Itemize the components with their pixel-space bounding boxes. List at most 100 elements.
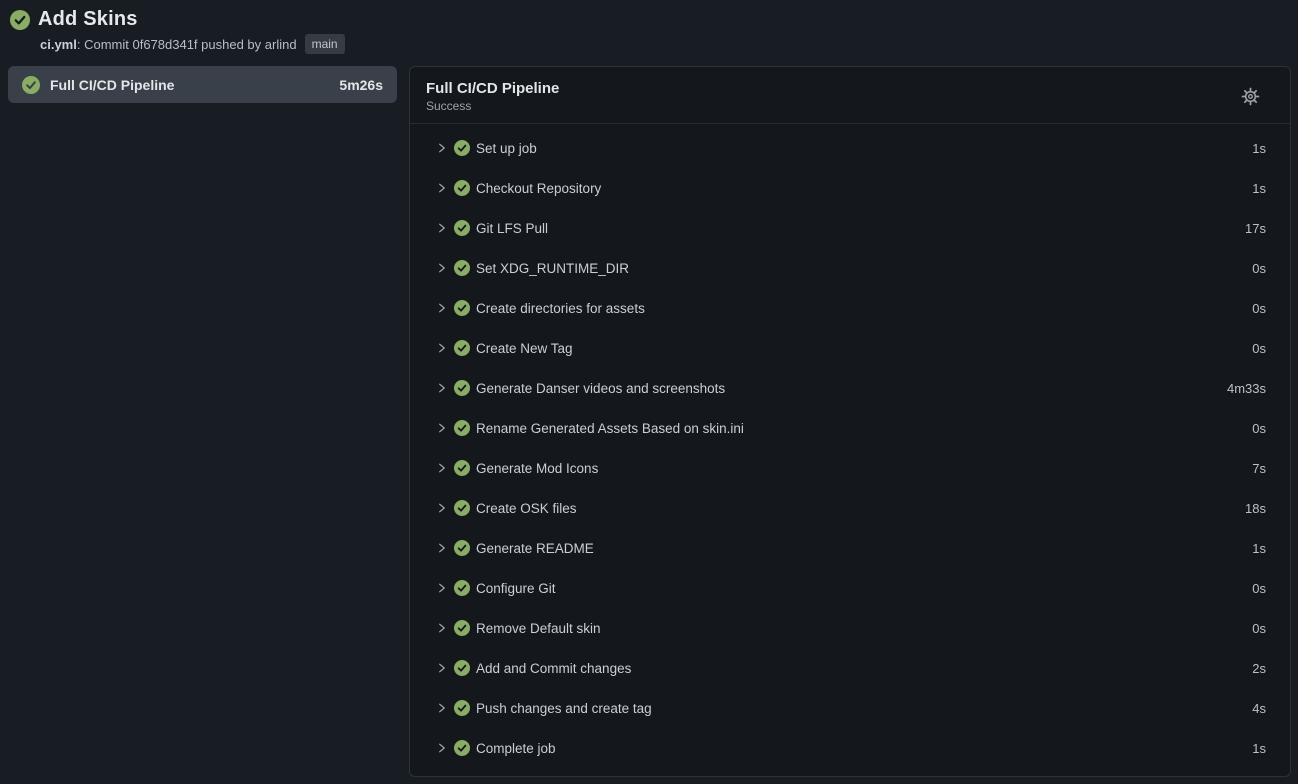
step-success-icon — [454, 460, 470, 476]
step-name: Create OSK files — [476, 501, 577, 516]
step-duration: 0s — [1252, 341, 1266, 356]
step-duration: 1s — [1252, 741, 1266, 756]
step-duration: 0s — [1252, 621, 1266, 636]
step-row[interactable]: Checkout Repository 1s — [410, 168, 1290, 208]
step-duration: 1s — [1252, 181, 1266, 196]
step-duration: 2s — [1252, 661, 1266, 676]
chevron-right-icon[interactable] — [434, 500, 450, 516]
job-title: Full CI/CD Pipeline — [426, 80, 559, 97]
chevron-right-icon[interactable] — [434, 620, 450, 636]
step-row[interactable]: Configure Git 0s — [410, 568, 1290, 608]
step-row[interactable]: Create OSK files 18s — [410, 488, 1290, 528]
chevron-right-icon[interactable] — [434, 580, 450, 596]
step-list: Set up job 1s Checkout Repository 1s Git… — [410, 124, 1290, 776]
job-success-icon — [22, 76, 40, 94]
step-success-icon — [454, 660, 470, 676]
chevron-right-icon[interactable] — [434, 220, 450, 236]
job-duration: 5m26s — [339, 77, 383, 93]
step-success-icon — [454, 580, 470, 596]
run-header: Add Skins ci.yml: Commit 0f678d341f push… — [8, 8, 1291, 54]
step-success-icon — [454, 500, 470, 516]
step-name: Remove Default skin — [476, 621, 601, 636]
actions-run-page: Add Skins ci.yml: Commit 0f678d341f push… — [0, 0, 1298, 777]
chevron-right-icon[interactable] — [434, 420, 450, 436]
step-duration: 0s — [1252, 421, 1266, 436]
step-duration: 1s — [1252, 541, 1266, 556]
job-detail-header: Full CI/CD Pipeline Success — [410, 67, 1290, 124]
step-duration: 18s — [1245, 501, 1266, 516]
step-success-icon — [454, 220, 470, 236]
step-success-icon — [454, 620, 470, 636]
job-detail-panel: Full CI/CD Pipeline Success — [409, 66, 1291, 777]
step-duration: 0s — [1252, 301, 1266, 316]
step-success-icon — [454, 740, 470, 756]
chevron-right-icon[interactable] — [434, 540, 450, 556]
step-name: Complete job — [476, 741, 556, 756]
chevron-right-icon[interactable] — [434, 300, 450, 316]
step-name: Set up job — [476, 141, 537, 156]
run-status-check-icon — [10, 10, 30, 30]
step-duration: 1s — [1252, 141, 1266, 156]
chevron-right-icon[interactable] — [434, 740, 450, 756]
step-duration: 4m33s — [1227, 381, 1266, 396]
step-row[interactable]: Generate Danser videos and screenshots 4… — [410, 368, 1290, 408]
step-name: Generate README — [476, 541, 594, 556]
step-row[interactable]: Git LFS Pull 17s — [410, 208, 1290, 248]
chevron-right-icon[interactable] — [434, 340, 450, 356]
chevron-right-icon[interactable] — [434, 660, 450, 676]
chevron-right-icon[interactable] — [434, 700, 450, 716]
step-success-icon — [454, 140, 470, 156]
step-success-icon — [454, 540, 470, 556]
step-row[interactable]: Add and Commit changes 2s — [410, 648, 1290, 688]
job-status-text: Success — [426, 99, 559, 113]
step-row[interactable]: Create New Tag 0s — [410, 328, 1290, 368]
step-success-icon — [454, 700, 470, 716]
workflow-file: ci.yml — [40, 37, 77, 52]
chevron-right-icon[interactable] — [434, 260, 450, 276]
branch-badge[interactable]: main — [305, 34, 345, 54]
chevron-right-icon[interactable] — [434, 140, 450, 156]
step-success-icon — [454, 300, 470, 316]
step-name: Checkout Repository — [476, 181, 601, 196]
step-name: Add and Commit changes — [476, 661, 631, 676]
step-duration: 7s — [1252, 461, 1266, 476]
step-success-icon — [454, 340, 470, 356]
step-success-icon — [454, 420, 470, 436]
step-name: Create New Tag — [476, 341, 573, 356]
step-row[interactable]: Rename Generated Assets Based on skin.in… — [410, 408, 1290, 448]
step-name: Push changes and create tag — [476, 701, 652, 716]
page-title: Add Skins — [38, 8, 138, 31]
step-name: Git LFS Pull — [476, 221, 548, 236]
chevron-right-icon[interactable] — [434, 180, 450, 196]
step-row[interactable]: Create directories for assets 0s — [410, 288, 1290, 328]
job-name: Full CI/CD Pipeline — [50, 77, 174, 93]
settings-gear-icon[interactable] — [1240, 86, 1260, 106]
commit-label: : Commit — [77, 37, 133, 52]
step-name: Configure Git — [476, 581, 556, 596]
chevron-right-icon[interactable] — [434, 460, 450, 476]
step-name: Generate Mod Icons — [476, 461, 598, 476]
step-success-icon — [454, 180, 470, 196]
sidebar-job-item[interactable]: Full CI/CD Pipeline 5m26s — [8, 66, 397, 103]
commit-sha-link[interactable]: 0f678d341f — [132, 37, 197, 52]
step-success-icon — [454, 260, 470, 276]
step-row[interactable]: Generate README 1s — [410, 528, 1290, 568]
step-row[interactable]: Set up job 1s — [410, 128, 1290, 168]
step-duration: 0s — [1252, 581, 1266, 596]
step-duration: 17s — [1245, 221, 1266, 236]
step-row[interactable]: Complete job 1s — [410, 728, 1290, 768]
chevron-right-icon[interactable] — [434, 380, 450, 396]
step-name: Rename Generated Assets Based on skin.in… — [476, 421, 744, 436]
step-row[interactable]: Remove Default skin 0s — [410, 608, 1290, 648]
step-row[interactable]: Push changes and create tag 4s — [410, 688, 1290, 728]
job-sidebar: Full CI/CD Pipeline 5m26s — [8, 66, 397, 103]
step-name: Create directories for assets — [476, 301, 645, 316]
step-row[interactable]: Generate Mod Icons 7s — [410, 448, 1290, 488]
step-row[interactable]: Set XDG_RUNTIME_DIR 0s — [410, 248, 1290, 288]
commit-line: ci.yml: Commit 0f678d341f pushed by arli… — [40, 34, 1291, 54]
step-name: Generate Danser videos and screenshots — [476, 381, 725, 396]
step-duration: 0s — [1252, 261, 1266, 276]
step-name: Set XDG_RUNTIME_DIR — [476, 261, 629, 276]
pushed-by: pushed by arlind — [198, 37, 297, 52]
step-duration: 4s — [1252, 701, 1266, 716]
